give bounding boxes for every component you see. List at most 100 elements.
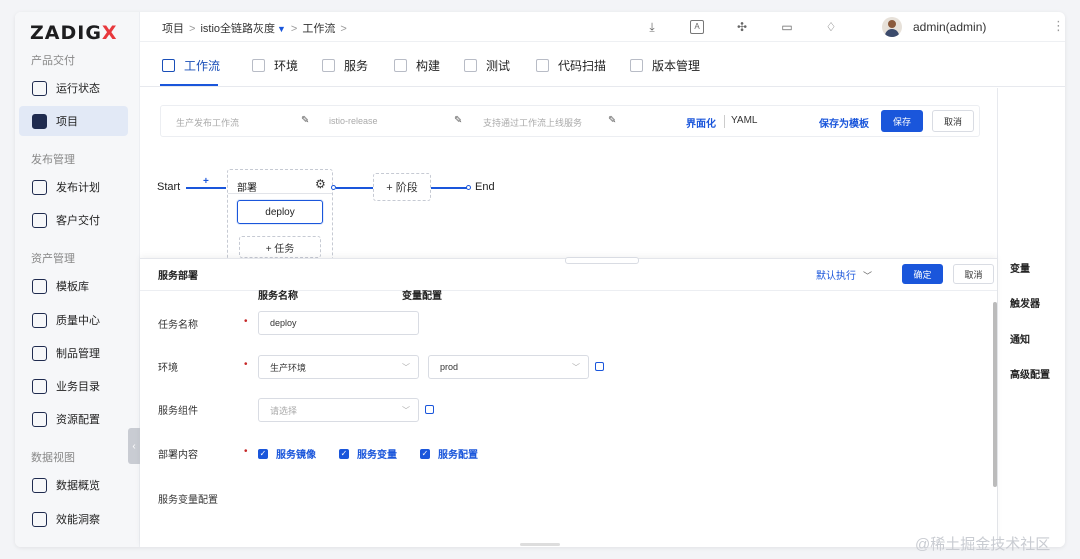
environment-select[interactable]: 生产环境 ﹀ (258, 355, 419, 379)
dashboard-icon (32, 477, 47, 493)
sidebar-item-data-overview[interactable]: 数据概览 (19, 470, 128, 500)
avatar[interactable] (882, 17, 902, 37)
sidebar-item-customer-delivery[interactable]: 客户交付 (19, 205, 128, 235)
checkbox-service-config[interactable]: ✓ 服务配置 (420, 446, 478, 461)
section-product-delivery: 产品交付 (31, 55, 75, 67)
drawer-resize-handle[interactable] (565, 257, 639, 264)
environment-icon (252, 59, 265, 72)
sidebar-item-resource-config[interactable]: 资源配置 (19, 404, 128, 434)
stage-title: 部署 (237, 183, 257, 194)
artifact-icon (32, 345, 47, 361)
tab-service[interactable]: 服务 (322, 57, 368, 74)
add-stage-button[interactable]: + 阶段 (373, 173, 431, 201)
environment-label: 环境 (158, 363, 178, 374)
mode-yaml-toggle[interactable]: YAML (731, 115, 758, 126)
version-icon (630, 59, 643, 72)
sidebar-item-artifact-management[interactable]: 制品管理 (19, 338, 128, 368)
flow-end-label: End (475, 181, 495, 193)
flask-icon (464, 59, 477, 72)
gear-icon[interactable]: ⚙ (315, 177, 326, 191)
breadcrumb-project[interactable]: 项目 (162, 23, 184, 35)
info-icon[interactable] (425, 405, 434, 414)
template-icon (32, 278, 47, 294)
tab-workflow[interactable]: 工作流 (162, 57, 220, 74)
service-icon (322, 59, 335, 72)
sidebar-item-template-library[interactable]: 模板库 (19, 271, 128, 301)
panel-item-advanced[interactable]: 高级配置 (1010, 366, 1050, 381)
column-header-variable-config: 变量配置 (402, 291, 442, 302)
edit-icon[interactable]: ✎ (608, 115, 616, 126)
right-settings-panel: 变量 触发器 通知 高级配置 (997, 88, 1065, 547)
drawer-cancel-button[interactable]: 取消 (953, 264, 994, 284)
sidebar-item-run-status[interactable]: 运行状态 (19, 73, 128, 103)
sidebar-item-quality-center[interactable]: 质量中心 (19, 305, 128, 335)
workflow-key-field[interactable]: istio-release (329, 116, 378, 126)
workflow-desc-field[interactable]: 支持通过工作流上线服务 (483, 116, 582, 129)
tab-code-scan[interactable]: 代码扫描 (536, 57, 606, 74)
confirm-button[interactable]: 确定 (902, 264, 943, 284)
breadcrumb-separator: > (340, 23, 347, 35)
mode-divider (724, 115, 725, 128)
sidebar: ZADIGX 产品交付 运行状态 项目 发布管理 发布计划 客户交付 资产管理 … (15, 12, 140, 547)
username[interactable]: admin(admin) (913, 20, 986, 34)
panel-item-variables[interactable]: 变量 (1010, 260, 1030, 275)
tab-test[interactable]: 测试 (464, 57, 510, 74)
sidebar-item-release-plan[interactable]: 发布计划 (19, 172, 128, 202)
workflow-icon (162, 59, 175, 72)
tab-build[interactable]: 构建 (394, 57, 440, 74)
checkbox-checked-icon: ✓ (339, 448, 349, 459)
save-as-template-link[interactable]: 保存为模板 (819, 115, 869, 130)
top-header: 项目 > istio全链路灰度 ▼ > 工作流 > ⤓ A ✣ ▭ ♢ admin(admi… (140, 12, 1065, 42)
namespace-select[interactable]: prod ﹀ (428, 355, 589, 379)
job-deploy-button[interactable]: deploy (237, 200, 323, 224)
drawer-scrollbar[interactable] (993, 302, 997, 487)
task-name-label: 任务名称 (158, 320, 198, 331)
column-header-service-name: 服务名称 (258, 291, 298, 302)
checkbox-service-image[interactable]: ✓ 服务镜像 (258, 446, 316, 461)
project-icon (32, 113, 47, 129)
service-component-select[interactable]: 请选择 ﹀ (258, 398, 419, 422)
section-release-management: 发布管理 (31, 154, 75, 166)
task-name-input[interactable]: deploy (258, 311, 419, 335)
save-button[interactable]: 保存 (881, 110, 923, 132)
sidebar-item-business-catalog[interactable]: 业务目录 (19, 371, 128, 401)
sidebar-item-project[interactable]: 项目 (19, 106, 128, 136)
panel-item-triggers[interactable]: 触发器 (1010, 295, 1040, 310)
docs-icon[interactable]: ▭ (780, 20, 794, 34)
checkbox-service-variables[interactable]: ✓ 服务变量 (339, 446, 397, 461)
info-icon[interactable] (595, 362, 604, 371)
breadcrumb-separator: > (290, 23, 298, 35)
panel-item-notifications[interactable]: 通知 (1010, 331, 1030, 346)
run-mode-select[interactable]: 默认执行 ﹀ (816, 267, 872, 282)
logo[interactable]: ZADIGX (30, 22, 118, 44)
add-task-button[interactable]: + 任务 (239, 236, 321, 258)
breadcrumb-workflow[interactable]: 工作流 (302, 23, 335, 35)
flow-connector (186, 187, 226, 189)
caret-down-icon[interactable]: ▼ (277, 24, 286, 34)
edit-icon[interactable]: ✎ (301, 115, 309, 126)
workflow-name-field[interactable]: 生产发布工作流 (176, 116, 239, 129)
breadcrumb-separator: > (189, 23, 196, 35)
translate-icon[interactable]: A (690, 20, 704, 34)
pulse-icon (32, 80, 47, 96)
add-stage-before-button[interactable]: + (203, 176, 209, 187)
sidebar-collapse-handle[interactable]: ‹ (128, 428, 140, 464)
bottom-resize-handle[interactable] (520, 543, 560, 546)
edit-icon[interactable]: ✎ (454, 115, 462, 126)
required-marker: • (244, 316, 248, 327)
watermark: @稀土掘金技术社区 (915, 536, 1051, 553)
more-icon[interactable]: ⋮ (1052, 18, 1065, 34)
tab-environment[interactable]: 环境 (252, 57, 298, 74)
mode-gui-toggle[interactable]: 界面化 (686, 115, 716, 130)
breadcrumb-project-name[interactable]: istio全链路灰度 (200, 23, 275, 35)
cancel-button[interactable]: 取消 (932, 110, 974, 132)
bell-icon[interactable]: ♢ (824, 20, 838, 34)
workflow-config-row: 生产发布工作流 ✎ istio-release ✎ 支持通过工作流上线服务 ✎ … (160, 105, 980, 137)
pie-icon (32, 511, 47, 527)
plugin-icon[interactable]: ✣ (735, 20, 749, 34)
tab-version-management[interactable]: 版本管理 (630, 57, 700, 74)
drawer-title: 服务部署 (158, 271, 198, 282)
sidebar-item-efficiency-insight[interactable]: 效能洞察 (19, 504, 128, 534)
required-marker: • (244, 446, 248, 457)
download-icon[interactable]: ⤓ (645, 20, 659, 34)
